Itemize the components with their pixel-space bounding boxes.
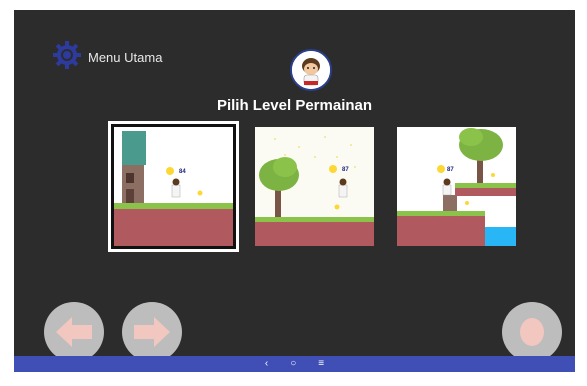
page-title: Pilih Level Permainan (216, 97, 373, 114)
level-card-3[interactable]: 87 (397, 127, 516, 246)
system-recents-button[interactable]: ≡ (318, 356, 324, 372)
system-navigation-bar: ‹ ○ ≡ (14, 356, 575, 372)
right-arrow-button[interactable] (122, 302, 182, 362)
system-home-button[interactable]: ○ (290, 356, 296, 372)
main-menu-label: Menu Utama (88, 50, 163, 65)
level-2-thumbnail (255, 127, 374, 246)
circle-action-icon (520, 318, 544, 346)
arrow-left-icon (56, 317, 92, 347)
gear-icon (52, 40, 82, 75)
system-back-button[interactable]: ‹ (265, 356, 268, 372)
level-card-1[interactable]: 84 (111, 124, 236, 249)
action-button[interactable] (502, 302, 562, 362)
arrow-right-icon (134, 317, 170, 347)
level-3-thumbnail (397, 127, 516, 246)
left-arrow-button[interactable] (44, 302, 104, 362)
game-screen: Menu Utama Pilih Level Permainan 84 87 8… (14, 10, 575, 372)
level-card-2[interactable]: 87 (255, 127, 374, 246)
level-3-score: 87 (447, 167, 454, 173)
level-1-score: 84 (179, 169, 186, 175)
level-2-score: 87 (342, 167, 349, 173)
level-1-thumbnail (114, 127, 233, 246)
player-avatar (290, 49, 332, 91)
main-menu-button[interactable]: Menu Utama (52, 40, 162, 75)
